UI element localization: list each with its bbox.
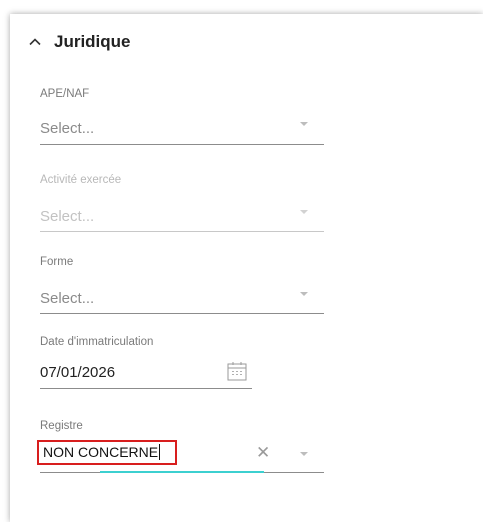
registre-value: NON CONCERNE	[43, 444, 159, 460]
close-icon[interactable]: ✕	[256, 444, 270, 461]
activite-label: Activité exercée	[40, 174, 122, 186]
forme-placeholder: Select...	[40, 290, 95, 307]
ape-naf-placeholder: Select...	[40, 120, 95, 137]
forme-underline	[40, 313, 324, 314]
chevron-up-icon[interactable]	[28, 35, 42, 49]
activite-placeholder: Select...	[40, 208, 95, 225]
ape-naf-select[interactable]: APE/NAF Select...	[40, 88, 324, 148]
dropdown-arrow-icon[interactable]	[300, 292, 308, 296]
ape-naf-underline	[40, 144, 324, 145]
date-underline	[40, 388, 252, 389]
forme-select[interactable]: Forme Select...	[40, 256, 324, 316]
dropdown-arrow-icon[interactable]	[300, 452, 308, 456]
dropdown-arrow-icon	[300, 210, 308, 214]
section-title: Juridique	[54, 32, 131, 51]
activite-underline	[40, 231, 324, 232]
dropdown-arrow-icon[interactable]	[300, 122, 308, 126]
date-input[interactable]: 07/01/2026	[40, 364, 115, 381]
forme-label: Forme	[40, 256, 74, 268]
date-immatriculation-field[interactable]: Date d'immatriculation 07/01/2026	[40, 336, 252, 396]
registre-input[interactable]: NON CONCERNE	[37, 440, 177, 465]
registre-select[interactable]: Registre NON CONCERNE ✕	[37, 420, 324, 480]
section-header[interactable]: Juridique	[28, 32, 131, 52]
date-label: Date d'immatriculation	[40, 336, 154, 348]
juridique-panel: Juridique APE/NAF Select... Activité exe…	[10, 14, 483, 522]
registre-label: Registre	[40, 420, 83, 432]
activite-select: Activité exercée Select...	[40, 174, 324, 234]
text-caret	[159, 444, 161, 460]
calendar-icon[interactable]	[226, 360, 248, 387]
ape-naf-label: APE/NAF	[40, 88, 90, 100]
registre-focus-indicator	[100, 471, 264, 473]
